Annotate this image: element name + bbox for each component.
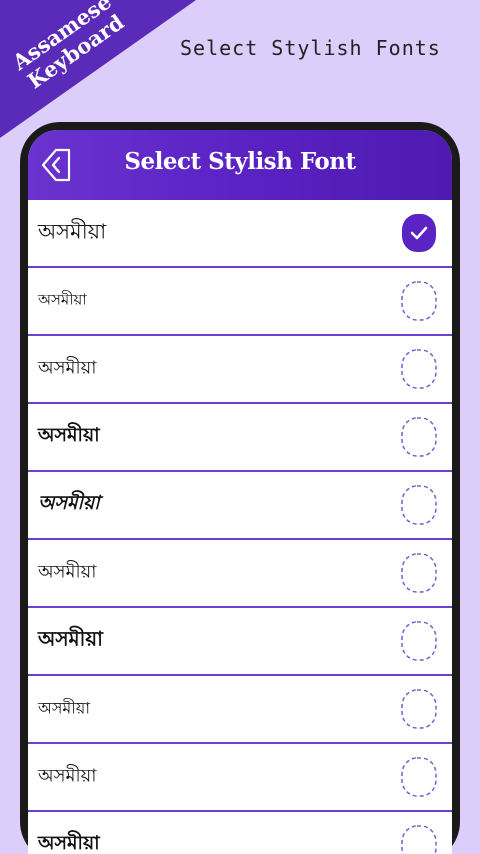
page: Assamese Keyboard Select Stylish Fonts S…: [0, 0, 480, 854]
font-option-label: অসমীয়া: [38, 561, 97, 582]
unselected-checkbox[interactable]: [400, 280, 438, 322]
phone-screen: Select Stylish Font অসমীয়া অসমীয়া অসমীয়…: [28, 130, 452, 854]
font-option-label: অসমীয়া: [38, 492, 100, 514]
font-list: অসমীয়া অসমীয়া অসমীয়া অসমীয়া অসমীয়া অসমীয…: [28, 200, 452, 854]
font-option-row[interactable]: অসমীয়া: [28, 336, 452, 404]
unselected-checkbox[interactable]: [400, 756, 438, 798]
font-option-label: অসমীয়া: [38, 765, 97, 787]
unselected-checkbox[interactable]: [400, 688, 438, 730]
unselected-checkbox[interactable]: [400, 824, 438, 854]
headline: Select Stylish Fonts: [180, 36, 441, 60]
font-option-row[interactable]: অসমীয়া: [28, 608, 452, 676]
font-option-row[interactable]: অসমীয়া: [28, 268, 452, 336]
font-option-row[interactable]: অসমীয়া: [28, 404, 452, 472]
font-option-row[interactable]: অসমীয়া: [28, 744, 452, 812]
unselected-checkbox[interactable]: [400, 348, 438, 390]
font-option-row[interactable]: অসমীয়া: [28, 200, 452, 268]
font-option-label: অসমীয়া: [38, 357, 97, 379]
unselected-checkbox[interactable]: [400, 416, 438, 458]
font-option-label: অসমীয়া: [38, 292, 87, 309]
screen-title: Select Stylish Font: [124, 148, 356, 175]
font-option-row[interactable]: অসমীয়া: [28, 676, 452, 744]
unselected-checkbox[interactable]: [400, 552, 438, 594]
font-option-label: অসমীয়া: [38, 424, 100, 446]
selected-checkbox[interactable]: [400, 212, 438, 254]
font-option-label: অসমীয়া: [38, 700, 90, 718]
font-option-row[interactable]: অসমীয়া: [28, 812, 452, 854]
unselected-checkbox[interactable]: [400, 484, 438, 526]
app-bar: Select Stylish Font: [28, 130, 452, 200]
unselected-checkbox[interactable]: [400, 620, 438, 662]
font-option-label: অসমীয়া: [38, 219, 107, 244]
font-option-row[interactable]: অসমীয়া: [28, 540, 452, 608]
font-option-label: অসমীয়া: [38, 832, 100, 854]
font-option-label: অসমীয়া: [38, 626, 103, 651]
app-banner: Assamese Keyboard: [0, 0, 200, 140]
font-option-row[interactable]: অসমীয়া: [28, 472, 452, 540]
